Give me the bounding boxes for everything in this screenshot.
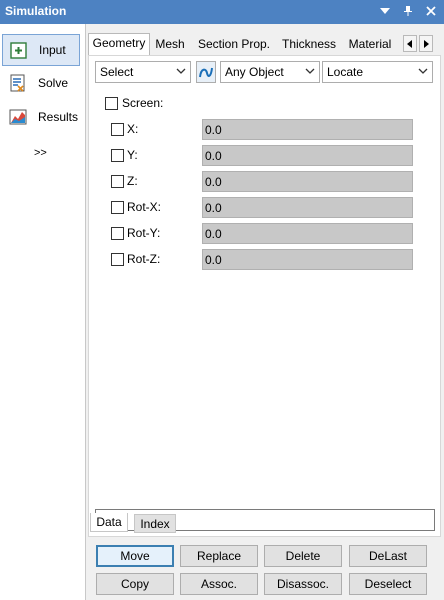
rot-z-label: Rot-Z: (127, 252, 161, 266)
z-checkbox[interactable] (111, 175, 124, 188)
y-label: Y: (127, 148, 138, 162)
object-filter-dropdown[interactable]: Any Object (220, 61, 320, 83)
results-icon (9, 109, 27, 125)
sidebar: Input Solve Results >> (0, 24, 86, 600)
tab-scroll-left-icon[interactable] (403, 35, 417, 52)
tab-material[interactable]: Material (346, 35, 394, 55)
copy-button[interactable]: Copy (96, 573, 174, 595)
sidebar-item-label: Input (39, 43, 66, 57)
z-label: Z: (127, 174, 138, 188)
select-dropdown-value: Select (100, 65, 134, 79)
deselect-button[interactable]: Deselect (349, 573, 427, 595)
rot-x-label: Rot-X: (127, 200, 162, 214)
delete-button[interactable]: Delete (264, 545, 342, 567)
pin-icon[interactable] (401, 3, 415, 19)
sidebar-item-label: Solve (38, 76, 69, 90)
delast-button[interactable]: DeLast (349, 545, 427, 567)
input-icon (10, 42, 27, 59)
tab-geometry[interactable]: Geometry (88, 33, 150, 55)
tab-data[interactable]: Data (90, 513, 128, 532)
rot-y-label: Rot-Y: (127, 226, 161, 240)
y-field[interactable]: 0.0 (202, 145, 413, 166)
object-filter-value: Any Object (225, 65, 284, 79)
sidebar-item-label: Results (38, 110, 79, 124)
x-label: X: (127, 122, 139, 136)
chevron-down-icon (176, 68, 186, 74)
tab-section-prop[interactable]: Section Prop. (196, 35, 272, 55)
tab-strip: Geometry Mesh Section Prop. Thickness Ma… (86, 33, 444, 55)
screen-checkbox[interactable] (105, 97, 118, 110)
locate-dropdown-value: Locate (327, 65, 364, 79)
sidebar-item-solve[interactable]: Solve (2, 67, 80, 99)
rot-x-field[interactable]: 0.0 (202, 197, 413, 218)
main-panel: Geometry Mesh Section Prop. Thickness Ma… (86, 24, 444, 600)
select-dropdown[interactable]: Select (95, 61, 191, 83)
geometry-panel: Select Any Object Locate Screen: X: 0.0 … (88, 55, 441, 537)
rot-z-field[interactable]: 0.0 (202, 249, 413, 270)
x-checkbox[interactable] (111, 123, 124, 136)
rot-x-checkbox[interactable] (111, 201, 124, 214)
y-checkbox[interactable] (111, 149, 124, 162)
window-title: Simulation (5, 4, 67, 18)
x-field[interactable]: 0.0 (202, 119, 413, 140)
screen-checkbox-label: Screen: (122, 96, 164, 110)
tab-thickness[interactable]: Thickness (280, 35, 338, 55)
disassoc-button[interactable]: Disassoc. (264, 573, 342, 595)
z-field[interactable]: 0.0 (202, 171, 413, 192)
locate-dropdown[interactable]: Locate (322, 61, 433, 83)
tab-scroll-right-icon[interactable] (419, 35, 433, 52)
sidebar-item-input[interactable]: Input (2, 34, 80, 66)
rot-y-checkbox[interactable] (111, 227, 124, 240)
chevron-down-icon (418, 68, 428, 74)
sidebar-item-results[interactable]: Results (2, 101, 80, 133)
solve-icon (10, 74, 25, 92)
replace-button[interactable]: Replace (180, 545, 258, 567)
curve-icon (199, 67, 213, 78)
rot-y-field[interactable]: 0.0 (202, 223, 413, 244)
expand-sidebar-button[interactable]: >> (34, 147, 47, 159)
tab-mesh[interactable]: Mesh (152, 35, 188, 55)
curve-pick-button[interactable] (196, 61, 216, 83)
title-bar: Simulation (0, 0, 444, 24)
move-button[interactable]: Move (96, 545, 174, 567)
tab-index[interactable]: Index (134, 514, 176, 533)
rot-z-checkbox[interactable] (111, 253, 124, 266)
dropdown-arrow-icon[interactable] (378, 3, 392, 19)
chevron-down-icon (305, 68, 315, 74)
close-icon[interactable] (424, 3, 438, 19)
assoc-button[interactable]: Assoc. (180, 573, 258, 595)
